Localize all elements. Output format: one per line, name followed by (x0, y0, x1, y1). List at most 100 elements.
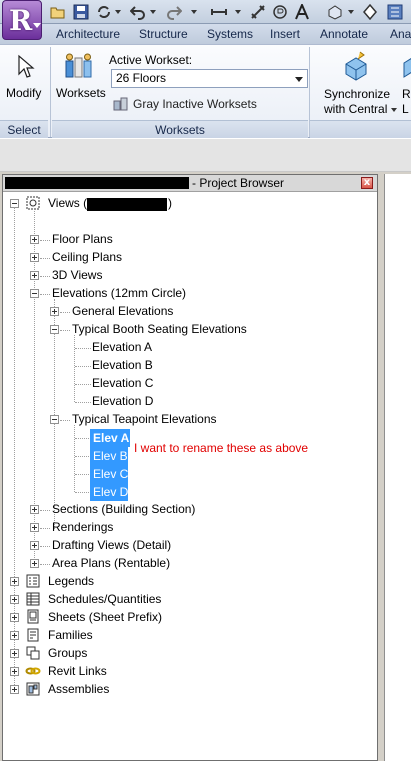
reload-latest-icon[interactable] (402, 55, 411, 79)
synchronize-line2[interactable]: with Central (324, 102, 387, 116)
tree-item-elev-b[interactable]: Elev B (93, 447, 128, 465)
tree-item-assemblies[interactable]: Assemblies (48, 680, 109, 698)
tree-item-legends[interactable]: Legends (48, 572, 94, 590)
gray-inactive-worksets-button[interactable]: Gray Inactive Worksets (133, 97, 257, 111)
undo-dropdown-icon[interactable] (150, 10, 156, 14)
tree-item-elevations[interactable]: Elevations (12mm Circle) (52, 284, 186, 302)
save-icon[interactable] (73, 4, 89, 20)
tab-systems[interactable]: Systems (207, 27, 253, 41)
tree-item-schedules[interactable]: Schedules/Quantities (48, 590, 161, 608)
collapse-icon[interactable] (50, 415, 59, 424)
expand-icon[interactable] (10, 577, 19, 586)
tab-annotate[interactable]: Annotate (320, 27, 368, 41)
tree-item-revit-links[interactable]: Revit Links (48, 662, 107, 680)
open-folder-icon[interactable] (50, 4, 66, 20)
tree-item-elev-d[interactable]: Elev D (93, 483, 128, 501)
collapse-icon[interactable] (50, 325, 59, 334)
expand-icon[interactable] (30, 271, 39, 280)
expand-icon[interactable] (10, 649, 19, 658)
worksets-icon[interactable] (63, 52, 95, 82)
tab-insert[interactable]: Insert (270, 27, 300, 41)
tree-guide (40, 546, 50, 547)
synchronize-icon[interactable] (340, 50, 372, 82)
expand-icon[interactable] (10, 595, 19, 604)
tree-item-elev-c[interactable]: Elev C (93, 465, 128, 483)
tree-item-elevation-d[interactable]: Elevation D (92, 392, 153, 410)
modify-button[interactable]: Modify (6, 86, 41, 100)
expand-icon[interactable] (10, 685, 19, 694)
tree-item-sheets[interactable]: Sheets (Sheet Prefix) (48, 608, 162, 626)
application-menu-button[interactable]: R (2, 0, 42, 40)
expand-icon[interactable] (10, 613, 19, 622)
worksets-panel-title[interactable]: Worksets (52, 120, 308, 138)
redo-icon[interactable] (166, 4, 182, 20)
tree-item-typical-booth-seating-elevations[interactable]: Typical Booth Seating Elevations (72, 320, 247, 338)
measure-dropdown-icon[interactable] (235, 10, 241, 14)
expand-icon[interactable] (30, 505, 39, 514)
synchronize-line1[interactable]: Synchronize (324, 87, 390, 101)
undo-icon[interactable] (130, 4, 146, 20)
measure-icon[interactable] (211, 4, 227, 20)
expand-icon[interactable] (50, 307, 59, 316)
tree-item-elevation-c[interactable]: Elevation C (92, 374, 153, 392)
redacted-project-name (5, 177, 189, 189)
section-icon[interactable] (362, 4, 378, 20)
tree-item-drafting-views[interactable]: Drafting Views (Detail) (52, 536, 171, 554)
tree-item-groups[interactable]: Groups (48, 644, 87, 662)
tree-guide (75, 456, 89, 457)
chevron-down-icon (295, 77, 303, 82)
worksets-button[interactable]: Worksets (56, 86, 106, 100)
reload-latest-label-2[interactable]: L (402, 102, 409, 116)
thin-lines-icon[interactable] (387, 4, 403, 20)
expand-icon[interactable] (30, 253, 39, 262)
tree-item-typical-teapoint-elevations[interactable]: Typical Teapoint Elevations (72, 410, 217, 428)
aligned-dimension-icon[interactable] (250, 4, 266, 20)
tree-item-renderings[interactable]: Renderings (52, 518, 113, 536)
tab-structure[interactable]: Structure (139, 27, 188, 41)
tag-icon[interactable] (272, 4, 288, 20)
tree-item-sections[interactable]: Sections (Building Section) (52, 500, 195, 518)
panel-separator (50, 47, 51, 137)
tree-item-3d-views[interactable]: 3D Views (52, 266, 102, 284)
expand-icon[interactable] (10, 631, 19, 640)
text-icon[interactable] (294, 4, 310, 20)
tree-item-elev-a[interactable]: Elev A (93, 429, 129, 447)
tree-item-general-elevations[interactable]: General Elevations (72, 302, 173, 320)
tree-item-views[interactable]: Views ( (48, 194, 87, 212)
default-3d-view-icon[interactable] (327, 4, 343, 20)
project-browser-title-bar[interactable]: - Project Browser x (3, 175, 377, 192)
tree-guide (40, 258, 50, 259)
tree-item-floor-plans[interactable]: Floor Plans (52, 230, 113, 248)
modify-arrow-icon[interactable] (16, 54, 36, 80)
3d-view-dropdown-icon[interactable] (348, 10, 354, 14)
expand-icon[interactable] (30, 559, 39, 568)
tree-guide (75, 474, 89, 475)
tree-item-ceiling-plans[interactable]: Ceiling Plans (52, 248, 122, 266)
collapse-icon[interactable] (30, 289, 39, 298)
select-panel-title[interactable]: Select (0, 120, 48, 138)
expand-icon[interactable] (30, 523, 39, 532)
expand-icon[interactable] (30, 541, 39, 550)
drawing-area[interactable] (384, 174, 411, 761)
expand-icon[interactable] (30, 235, 39, 244)
tree-item-elevation-b[interactable]: Elevation B (92, 356, 153, 374)
tree-item-elevation-a[interactable]: Elevation A (92, 338, 152, 356)
tree-item-area-plans[interactable]: Area Plans (Rentable) (52, 554, 170, 572)
tab-analyze[interactable]: Ana (390, 27, 411, 41)
reload-latest-label-1[interactable]: R (402, 87, 411, 101)
active-workset-dropdown[interactable]: 26 Floors (111, 69, 308, 88)
tree-item-families[interactable]: Families (48, 626, 93, 644)
expand-icon[interactable] (10, 667, 19, 676)
collaborate-panel-title (310, 120, 411, 138)
views-suffix: ) (168, 196, 172, 210)
sync-dropdown-icon[interactable] (115, 10, 121, 14)
active-workset-value: 26 Floors (116, 71, 167, 85)
tree-guide (40, 294, 50, 295)
close-icon[interactable]: x (361, 177, 373, 189)
sync-icon[interactable] (96, 4, 112, 20)
synchronize-dropdown-icon[interactable] (391, 108, 397, 112)
tree-guide (60, 312, 70, 313)
redo-dropdown-icon[interactable] (191, 10, 197, 14)
tree-guide (74, 425, 75, 492)
tab-architecture[interactable]: Architecture (56, 27, 120, 41)
